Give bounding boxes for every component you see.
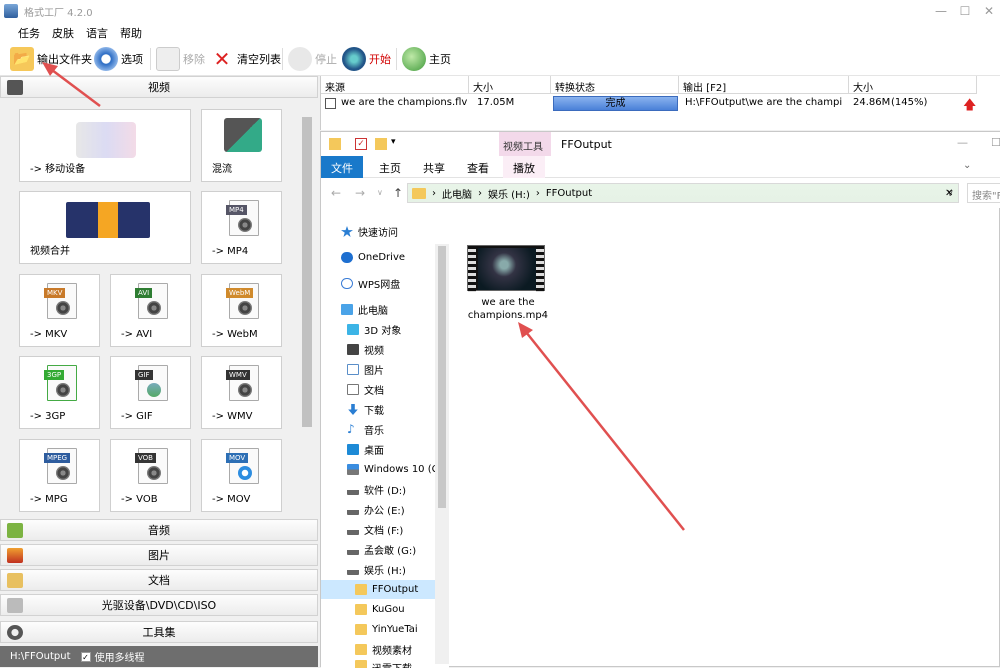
annotation-arrows — [42, 62, 685, 531]
arrowhead-output-file — [518, 322, 533, 338]
arrow-to-output-folder — [51, 69, 101, 107]
arrow-to-output-file — [525, 331, 685, 531]
